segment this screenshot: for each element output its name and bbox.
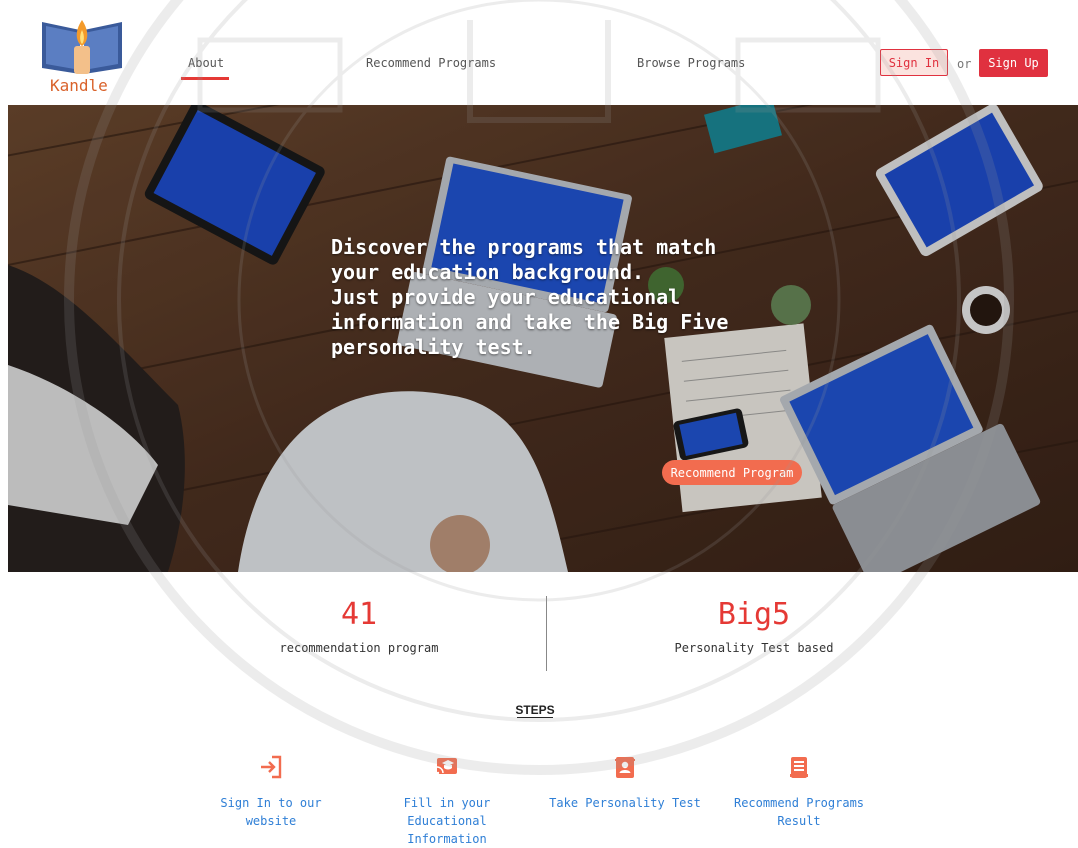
hero-banner: Discover the programs that match your ed… [8,105,1078,572]
step-sign-in: Sign In to our website [211,754,331,830]
stat-divider [546,596,547,671]
document-list-icon [790,757,808,778]
hero-line: Discover the programs that match [331,235,717,259]
step-label-line: Sign In to our [220,796,322,810]
header: Kandle About Recommend Programs Browse P… [0,0,1078,105]
step-label-line: Fill in your [403,796,491,810]
hero-line: your education background. [331,260,645,284]
recommend-program-button[interactable]: Recommend Program [662,460,802,485]
education-screen-icon [436,758,457,775]
sign-in-icon [261,755,282,779]
nav-recommend-programs[interactable]: Recommend Programs [366,56,496,70]
hero-line: personality test. [331,335,536,359]
step-label-line: Information [407,832,487,846]
contact-book-icon [615,757,635,778]
step-label: Take Personality Test [545,794,705,812]
step-label: Sign In to our website [211,794,331,830]
hero-line: Just provide your educational [331,285,681,309]
steps-heading-underline [517,717,553,718]
sign-up-button[interactable]: Sign Up [979,49,1048,77]
step-label-line: Educational [407,814,487,828]
sign-in-button[interactable]: Sign In [880,49,948,76]
stat-label-personality: Personality Test based [674,641,834,655]
active-nav-indicator [181,77,229,80]
step-label: Fill in your Educational Information [387,794,507,848]
stat-value-programs: 41 [340,597,378,632]
step-label-line: Take Personality Test [549,796,701,810]
nav-about[interactable]: About [188,56,224,70]
step-personality-test: Take Personality Test [545,754,705,812]
nav-browse-programs[interactable]: Browse Programs [637,56,745,70]
step-recommend-result: Recommend Programs Result [729,754,869,830]
hero-headline: Discover the programs that match your ed… [331,235,761,360]
step-label-line: website [245,814,297,828]
logo-text: Kandle [50,76,108,95]
step-label: Recommend Programs Result [729,794,869,830]
step-education-info: Fill in your Educational Information [387,754,507,848]
stat-value-personality: Big5 [717,597,791,632]
or-separator: or [957,57,972,71]
step-label-line: Result [777,814,821,828]
steps-heading: STEPS [515,703,555,717]
stat-label-programs: recommendation program [279,641,439,655]
hero-line: information and take the Big Five [331,310,729,334]
step-label-line: Recommend Programs [733,796,865,810]
